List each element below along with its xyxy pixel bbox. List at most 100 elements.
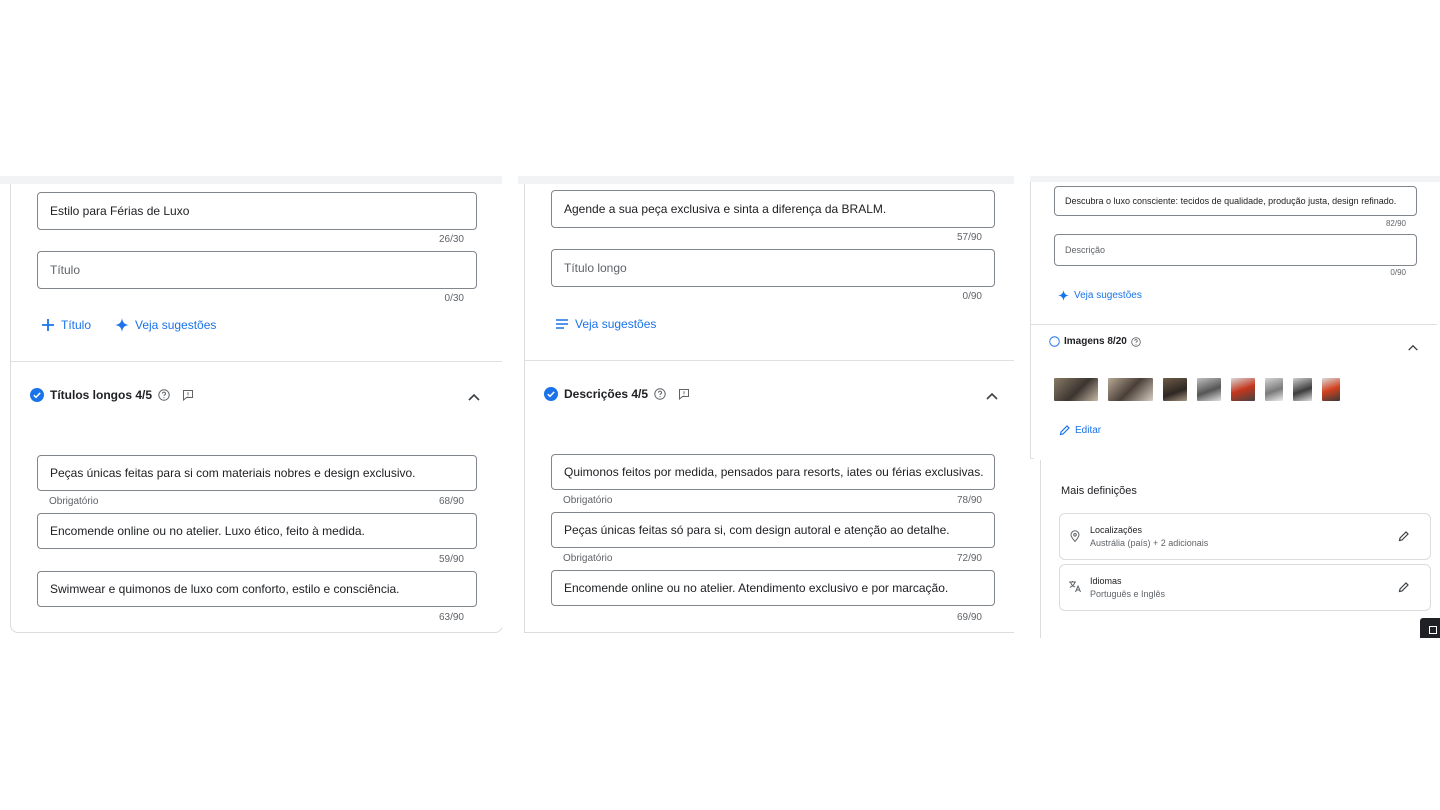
long-headline-input-2[interactable]: Encomende online ou no atelier. Luxo éti… (37, 513, 477, 549)
pencil-icon[interactable] (1398, 530, 1410, 542)
long-headlines-title: Títulos longos 4/5 (50, 388, 153, 402)
headline-suggestions-label: Veja sugestões (135, 318, 217, 332)
check-circle-icon (30, 388, 44, 402)
description-suggestions-button[interactable]: Veja sugestões (1058, 290, 1142, 301)
headline-input-placeholder: Título (50, 263, 81, 277)
chevron-up-icon[interactable] (985, 388, 999, 406)
empty-circle-icon (1049, 336, 1060, 347)
headline-input-value: Estilo para Férias de Luxo (50, 204, 190, 218)
pencil-icon[interactable] (1398, 581, 1410, 593)
help-icon[interactable] (654, 388, 666, 400)
description-3-counter: 69/90 (956, 612, 982, 623)
description-1-text: Quimonos feitos por medida, pensados par… (564, 465, 984, 479)
long-headlines-header[interactable]: Títulos longos 4/5 (30, 388, 194, 402)
long-headline-1-text: Peças únicas feitas para si com materiai… (50, 466, 416, 480)
headlines-card: Estilo para Férias de Luxo 26/30 Título … (10, 184, 502, 633)
long-headline-input-1[interactable]: Peças únicas feitas para si com materiai… (37, 455, 477, 491)
description-input-1[interactable]: Quimonos feitos por medida, pensados par… (551, 454, 995, 490)
image-thumbnail[interactable] (1322, 378, 1340, 401)
long-headline-2-text: Encomende online ou no atelier. Luxo éti… (50, 524, 365, 538)
image-thumbnail[interactable] (1293, 378, 1312, 401)
long-headline-input-filled[interactable]: Agende a sua peça exclusiva e sinta a di… (551, 190, 995, 228)
languages-value: Português e Inglês (1090, 589, 1166, 599)
description-2-text: Peças únicas feitas só para si, com desi… (564, 523, 950, 537)
descriptions-header[interactable]: Descrições 4/5 (544, 387, 690, 401)
long-headline-input-empty[interactable]: Título longo (551, 249, 995, 287)
description-suggestions-label: Veja sugestões (1074, 290, 1142, 301)
description-input-3[interactable]: Encomende online ou no atelier. Atendime… (551, 570, 995, 606)
chevron-up-icon[interactable] (1407, 339, 1419, 357)
feedback-icon[interactable] (182, 389, 194, 401)
translate-icon (1068, 580, 1082, 593)
more-settings-title: Mais definições (1061, 485, 1137, 497)
languages-setting[interactable]: Idiomas Português e Inglês (1059, 564, 1431, 611)
pencil-icon (1059, 424, 1071, 436)
locations-value: Austrália (país) + 2 adicionais (1090, 538, 1209, 548)
required-label: Obrigatório (49, 496, 99, 507)
images-header[interactable]: Imagens 8/20 (1049, 336, 1141, 347)
long-headline-suggestions-label: Veja sugestões (575, 317, 657, 331)
required-label: Obrigatório (563, 495, 613, 506)
long-headline-1-counter: 68/90 (438, 496, 464, 507)
image-thumbnail[interactable] (1197, 378, 1221, 401)
headline-counter: 26/30 (438, 234, 464, 245)
description-input-placeholder: Descrição (1065, 245, 1106, 255)
descriptions-card: Agende a sua peça exclusiva e sinta a di… (524, 184, 1014, 633)
headline-input-filled[interactable]: Estilo para Férias de Luxo (37, 192, 477, 230)
description-3-text: Encomende online ou no atelier. Atendime… (564, 581, 949, 595)
section-divider (525, 360, 1014, 361)
descriptions-title: Descrições 4/5 (564, 387, 649, 401)
edit-images-label: Editar (1075, 424, 1102, 436)
headline-input-empty[interactable]: Título (37, 251, 477, 289)
locations-setting[interactable]: Localizações Austrália (país) + 2 adicio… (1059, 513, 1431, 560)
section-divider (1031, 324, 1437, 325)
descriptions-panel: Agende a sua peça exclusiva e sinta a di… (518, 176, 1014, 634)
help-icon[interactable] (158, 389, 170, 401)
widget-icon (1429, 626, 1437, 634)
images-title: Imagens 8/20 (1064, 336, 1127, 347)
help-icon[interactable] (1131, 336, 1141, 347)
long-headline-input-3[interactable]: Swimwear e quimonos de luxo com conforto… (37, 571, 477, 607)
description-empty-counter: 0/90 (1390, 268, 1406, 277)
image-thumbnail[interactable] (1108, 378, 1153, 401)
long-headline-3-text: Swimwear e quimonos de luxo com conforto… (50, 582, 400, 596)
chevron-up-icon[interactable] (467, 389, 481, 407)
locations-title: Localizações (1090, 525, 1143, 535)
long-headline-input-placeholder: Título longo (564, 261, 627, 275)
description-input-value: Descubra o luxo consciente: tecidos de q… (1065, 196, 1397, 206)
description-input-2[interactable]: Peças únicas feitas só para si, com desi… (551, 512, 995, 548)
long-headline-counter: 57/90 (956, 232, 982, 243)
add-headline-button[interactable]: Título (41, 318, 91, 332)
edit-images-button[interactable]: Editar (1059, 424, 1101, 436)
required-label: Obrigatório (563, 553, 613, 564)
long-headline-suggestions-button[interactable]: Veja sugestões (555, 317, 656, 331)
languages-title: Idiomas (1090, 576, 1122, 586)
description-input-empty[interactable]: Descrição (1054, 234, 1417, 266)
long-headline-3-counter: 63/90 (438, 612, 464, 623)
sparkle-icon (1058, 290, 1069, 301)
feedback-icon[interactable] (678, 388, 690, 400)
image-thumbnail[interactable] (1265, 378, 1283, 401)
assets-panel: Descubra o luxo consciente: tecidos de q… (1030, 176, 1440, 638)
card-edge (1030, 458, 1034, 459)
headline-empty-counter: 0/30 (444, 293, 464, 304)
assets-card: Descubra o luxo consciente: tecidos de q… (1030, 182, 1437, 458)
sparkle-icon (115, 318, 129, 332)
floating-action-button[interactable] (1420, 618, 1440, 638)
description-input-filled[interactable]: Descubra o luxo consciente: tecidos de q… (1054, 186, 1417, 216)
headline-suggestions-button[interactable]: Veja sugestões (115, 318, 216, 332)
image-thumbnail[interactable] (1054, 378, 1098, 401)
section-divider (11, 361, 502, 362)
description-1-counter: 78/90 (956, 495, 982, 506)
check-circle-icon (544, 387, 558, 401)
location-pin-icon (1070, 530, 1080, 542)
more-settings-card: Mais definições Localizações Austrália (… (1040, 460, 1440, 638)
panel-top-strip (0, 176, 502, 184)
image-thumbnail[interactable] (1163, 378, 1187, 401)
panel-top-strip (518, 176, 1014, 184)
lines-icon (555, 318, 569, 330)
image-thumbnail[interactable] (1231, 378, 1255, 401)
description-2-counter: 72/90 (956, 553, 982, 564)
long-headline-input-value: Agende a sua peça exclusiva e sinta a di… (564, 202, 887, 216)
description-counter: 82/90 (1385, 219, 1406, 228)
